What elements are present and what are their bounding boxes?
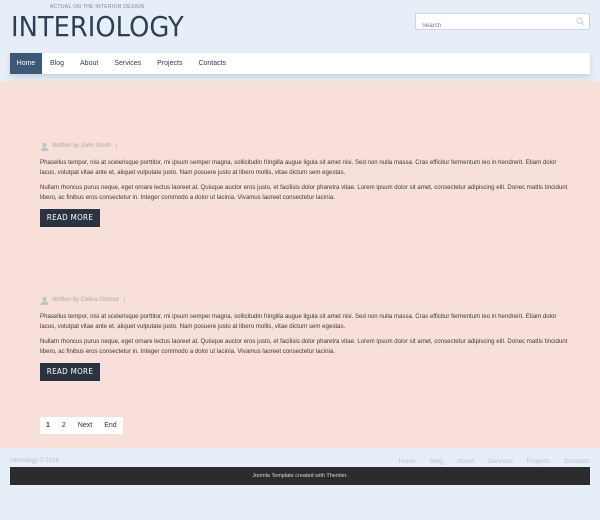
article-paragraph: Nullam rhoncus purus neque, eget ornare … [40,338,568,355]
article-author: Written by John Smith [52,143,117,149]
footer-nav-projects[interactable]: Projects [527,458,550,465]
search-box [415,13,590,34]
footer-nav-home[interactable]: Home [399,458,416,465]
last-page-link[interactable]: End [98,417,122,434]
nav-item-projects[interactable]: Projects [149,53,190,74]
blog-article: Written by Celina Gomez Phasellus tempor… [40,294,570,381]
content-area [0,81,600,448]
pagination: 1 2 Next End [40,417,123,434]
page-1-link[interactable]: 1 [40,417,56,434]
article-meta: Written by John Smith [40,140,570,152]
nav-item-contacts[interactable]: Contacts [190,53,234,74]
blog-article: Written by John Smith Phasellus tempor, … [40,140,570,227]
read-more-button[interactable]: READ MORE [40,209,100,227]
nav-item-services[interactable]: Services [106,53,149,74]
read-more-button[interactable]: READ MORE [40,363,100,381]
main-nav: Home Blog About Services Projects Contac… [10,53,590,74]
footer-nav: Home Blog About Services Projects Contac… [385,458,590,465]
article-paragraph: Phasellus tempor, nisi at scelerisque po… [40,159,557,176]
nav-item-home[interactable]: Home [10,53,42,74]
footer-nav-blog[interactable]: Blog [430,458,443,465]
article-author: Written by Celina Gomez [52,297,125,303]
footer-nav-about[interactable]: About [457,458,474,465]
search-input[interactable] [416,18,566,34]
nav-item-blog[interactable]: Blog [42,53,72,74]
search-icon[interactable] [576,17,585,26]
article-paragraph: Phasellus tempor, nisi at scelerisque po… [40,313,557,330]
footer-copyright: Interiology © 2016 [10,458,59,464]
next-page-link[interactable]: Next [72,417,98,434]
article-paragraph: Nullam rhoncus purus neque, eget ornare … [40,184,568,201]
footer-nav-contacts[interactable]: Contacts [564,458,590,465]
site-logo[interactable]: INTERIOLOGY [11,10,184,44]
footer-nav-services[interactable]: Services [488,458,513,465]
site-header: ACTUAL ON THE INTERIOR DESIGN INTERIOLOG… [0,0,600,52]
footer-credit: Joomla Template created with Themler. [10,467,590,485]
user-icon [40,142,49,151]
nav-item-about[interactable]: About [72,53,106,74]
page-2-link[interactable]: 2 [56,417,72,434]
article-meta: Written by Celina Gomez [40,294,570,306]
user-icon [40,296,49,305]
